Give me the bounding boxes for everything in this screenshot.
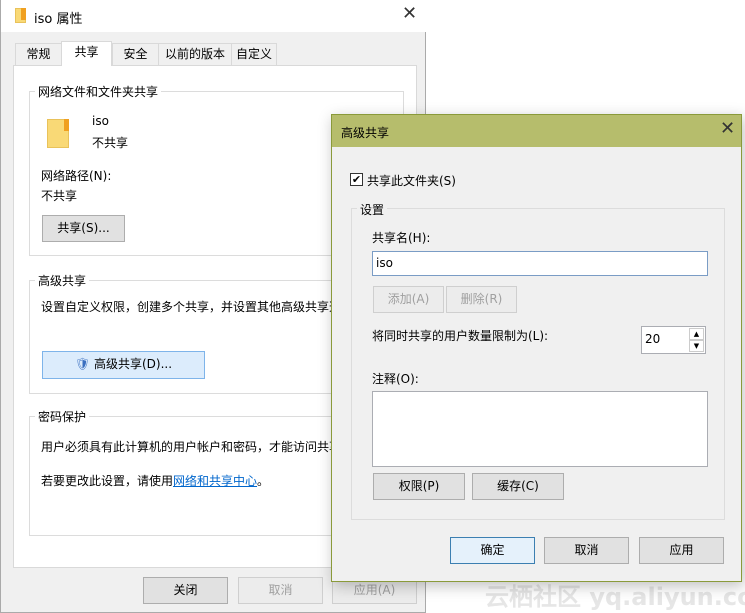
watermark: 云栖社区 yq.aliyun.com: [485, 583, 745, 611]
dialog-cancel-button[interactable]: 取消: [544, 537, 629, 564]
network-sharing-center-link[interactable]: 网络和共享中心: [173, 474, 257, 488]
share-name-label: 共享名(H):: [372, 231, 431, 245]
dialog-title-bar: 高级共享 ✕: [332, 115, 741, 147]
window-title: iso 属性: [34, 12, 83, 27]
folder-name: iso: [92, 114, 109, 128]
network-path-label: 网络路径(N):: [41, 169, 112, 183]
user-limit-value: 20: [645, 332, 661, 346]
dialog-title: 高级共享: [341, 126, 390, 140]
group-label: 密码保护: [35, 408, 90, 425]
ok-button[interactable]: 确定: [450, 537, 535, 564]
spin-up-icon[interactable]: ▲: [689, 328, 704, 340]
tab-sharing[interactable]: 共享: [61, 41, 112, 66]
title-bar: iso 属性 ✕: [1, 0, 426, 32]
change-prefix: 若要更改此设置，请使用: [41, 474, 174, 488]
permissions-button[interactable]: 权限(P): [373, 473, 465, 500]
comment-label: 注释(O):: [372, 372, 419, 386]
group-label: 高级共享: [35, 272, 90, 289]
change-setting-text: 若要更改此设置，请使用网络和共享中心。: [41, 472, 269, 489]
tab-customize[interactable]: 自定义: [231, 43, 277, 66]
dialog-apply-button[interactable]: 应用: [639, 537, 724, 564]
advanced-sharing-dialog: 高级共享 ✕ ✔ 共享此文件夹(S) 设置 共享名(H): iso 添加(A) …: [331, 114, 742, 582]
settings-group-label: 设置: [357, 201, 388, 218]
user-limit-spinner[interactable]: 20 ▲ ▼: [641, 326, 706, 354]
group-label: 网络文件和文件夹共享: [35, 83, 162, 100]
cancel-button[interactable]: 取消: [238, 577, 323, 604]
advanced-sharing-button[interactable]: 🛡 高级共享(D)...: [42, 351, 205, 379]
caching-button[interactable]: 缓存(C): [472, 473, 564, 500]
share-folder-checkbox[interactable]: ✔: [350, 173, 363, 186]
advanced-sharing-button-label: 高级共享(D)...: [94, 357, 173, 371]
password-description: 用户必须具有此计算机的用户帐户和密码，才能访问共享: [41, 440, 342, 454]
folder-icon: [15, 8, 26, 23]
share-name-input[interactable]: iso: [372, 251, 708, 276]
share-button[interactable]: 共享(S)...: [42, 215, 125, 242]
close-button[interactable]: 关闭: [143, 577, 228, 604]
network-path-value: 不共享: [41, 189, 78, 203]
share-status: 不共享: [92, 136, 129, 150]
change-suffix: 。: [257, 474, 270, 488]
tab-security[interactable]: 安全: [112, 43, 159, 66]
comment-textarea[interactable]: [372, 391, 708, 467]
close-icon[interactable]: ✕: [720, 118, 735, 139]
tab-general[interactable]: 常规: [15, 43, 62, 66]
share-folder-label[interactable]: 共享此文件夹(S): [367, 172, 456, 189]
user-limit-label: 将同时共享的用户数量限制为(L):: [372, 329, 549, 343]
remove-button[interactable]: 删除(R): [446, 286, 517, 313]
add-button[interactable]: 添加(A): [373, 286, 444, 313]
folder-icon: [47, 119, 69, 148]
advanced-sharing-description: 设置自定义权限，创建多个共享，并设置其他高级共享选: [41, 300, 342, 314]
spin-down-icon[interactable]: ▼: [689, 340, 704, 352]
close-icon[interactable]: ✕: [402, 3, 417, 24]
tab-previous-versions[interactable]: 以前的版本: [158, 43, 232, 66]
uac-shield-icon: 🛡: [74, 357, 91, 371]
